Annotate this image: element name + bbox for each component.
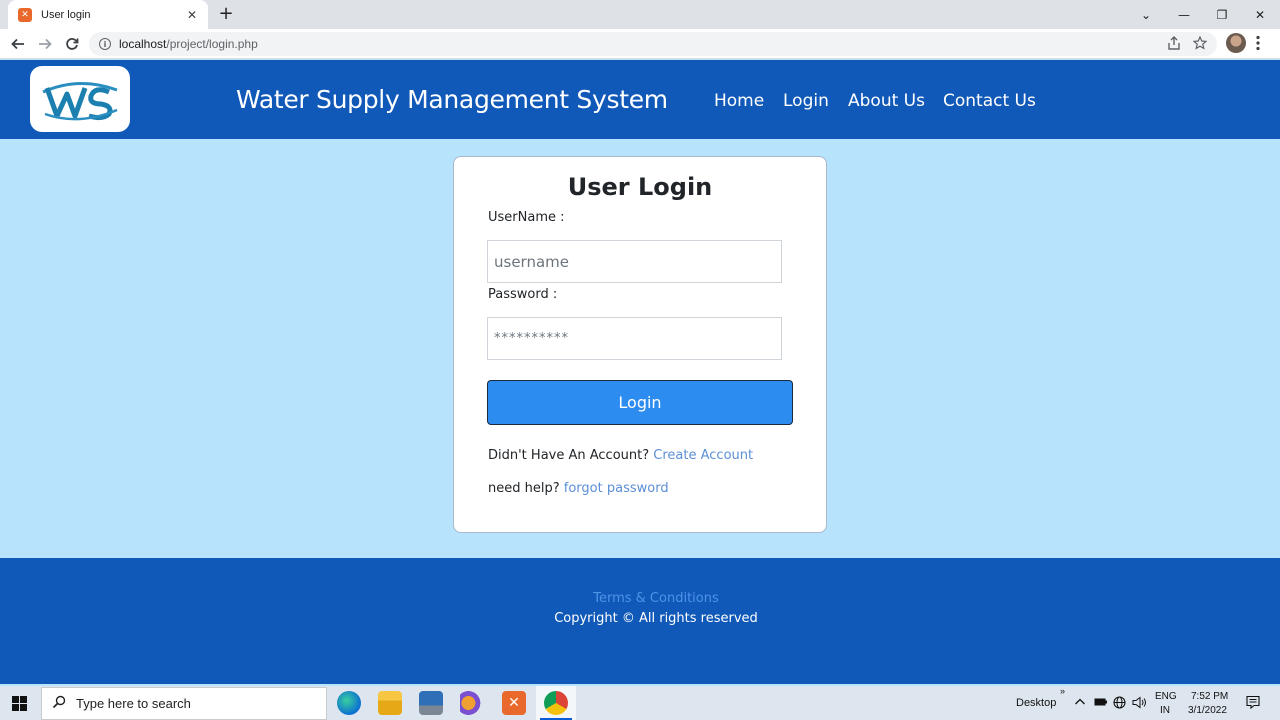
tab-title: User login	[41, 8, 91, 21]
ws-logo-icon	[42, 81, 118, 121]
search-icon	[52, 695, 66, 713]
help-line: need help? forgot password	[488, 481, 669, 496]
browser-tabstrip: ✕ User login ✕ + ⌄ — ❐ ✕	[0, 0, 1280, 29]
edge-icon[interactable]	[337, 691, 361, 715]
login-title: User Login	[567, 173, 713, 201]
terms-link[interactable]: Terms & Conditions	[0, 591, 1280, 606]
help-text: need help?	[488, 481, 560, 496]
reload-icon[interactable]	[62, 34, 82, 54]
desktop-toolbar-label[interactable]: Desktop	[1016, 697, 1056, 709]
profile-avatar[interactable]	[1226, 33, 1246, 53]
forgot-password-link[interactable]: forgot password	[564, 481, 669, 496]
region-indicator[interactable]: IN	[1160, 705, 1170, 716]
username-label: UserName :	[488, 210, 565, 225]
app-icon[interactable]	[419, 691, 443, 715]
username-input[interactable]: username	[487, 240, 782, 283]
address-bar[interactable]: i localhost/project/login.php	[89, 32, 1217, 56]
clock-time[interactable]: 7:52 PM	[1191, 691, 1228, 702]
tab-close-icon[interactable]: ✕	[184, 8, 200, 22]
paint-icon[interactable]	[460, 691, 484, 715]
chrome-icon[interactable]	[544, 691, 568, 715]
copyright-text: Copyright © All rights reserved	[554, 611, 758, 626]
notification-center-icon[interactable]	[1246, 695, 1260, 712]
back-arrow-icon[interactable]	[8, 34, 28, 54]
xampp-icon[interactable]: ✕	[502, 691, 526, 715]
password-input[interactable]: **********	[487, 317, 782, 360]
site-logo[interactable]	[30, 66, 130, 132]
window-close-button[interactable]: ✕	[1241, 0, 1279, 29]
battery-icon[interactable]	[1094, 696, 1108, 711]
site-header: Water Supply Management System Home Logi…	[0, 60, 1280, 139]
site-info-icon[interactable]: i	[99, 38, 111, 50]
nav-contact-us[interactable]: Contact Us	[943, 91, 1036, 111]
share-icon[interactable]	[1167, 36, 1181, 54]
toolbar-expand-icon[interactable]: »	[1060, 686, 1065, 696]
browser-toolbar: i localhost/project/login.php	[0, 29, 1280, 59]
tab-search-chevron-icon[interactable]: ⌄	[1127, 0, 1165, 29]
no-account-line: Didn't Have An Account? Create Account	[488, 448, 753, 463]
new-tab-button[interactable]: +	[216, 3, 236, 25]
no-account-text: Didn't Have An Account?	[488, 448, 650, 463]
nav-home[interactable]: Home	[714, 91, 764, 111]
file-explorer-icon[interactable]	[378, 691, 402, 715]
taskbar-search-input[interactable]: Type here to search	[41, 687, 327, 720]
bookmark-star-icon[interactable]	[1192, 35, 1208, 54]
clock-date[interactable]: 3/1/2022	[1188, 705, 1227, 716]
password-label: Password :	[488, 287, 558, 302]
search-placeholder: Type here to search	[76, 696, 191, 711]
create-account-link[interactable]: Create Account	[653, 448, 753, 463]
forward-arrow-icon[interactable]	[35, 34, 55, 54]
browser-tab[interactable]: ✕ User login ✕	[8, 0, 208, 29]
taskbar: Type here to search ✕ Desktop » ENG IN 7…	[0, 686, 1280, 720]
restore-button[interactable]: ❐	[1203, 0, 1241, 29]
network-globe-icon[interactable]	[1113, 696, 1126, 712]
url-text: localhost/project/login.php	[119, 37, 258, 51]
login-card: User Login UserName : username Password …	[453, 156, 827, 533]
nav-about-us[interactable]: About Us	[848, 91, 925, 111]
browser-menu-icon[interactable]	[1256, 35, 1260, 55]
login-button[interactable]: Login	[487, 380, 793, 425]
windows-start-icon[interactable]	[12, 696, 27, 711]
xampp-favicon-icon: ✕	[18, 7, 32, 22]
tray-chevron-up-icon[interactable]	[1074, 696, 1086, 711]
language-indicator[interactable]: ENG	[1155, 691, 1177, 702]
nav-login[interactable]: Login	[783, 91, 829, 111]
minimize-button[interactable]: —	[1165, 0, 1203, 29]
site-footer: Terms & Conditions Copyright © All right…	[0, 558, 1280, 684]
site-title: Water Supply Management System	[236, 85, 668, 114]
volume-icon[interactable]	[1132, 696, 1147, 712]
